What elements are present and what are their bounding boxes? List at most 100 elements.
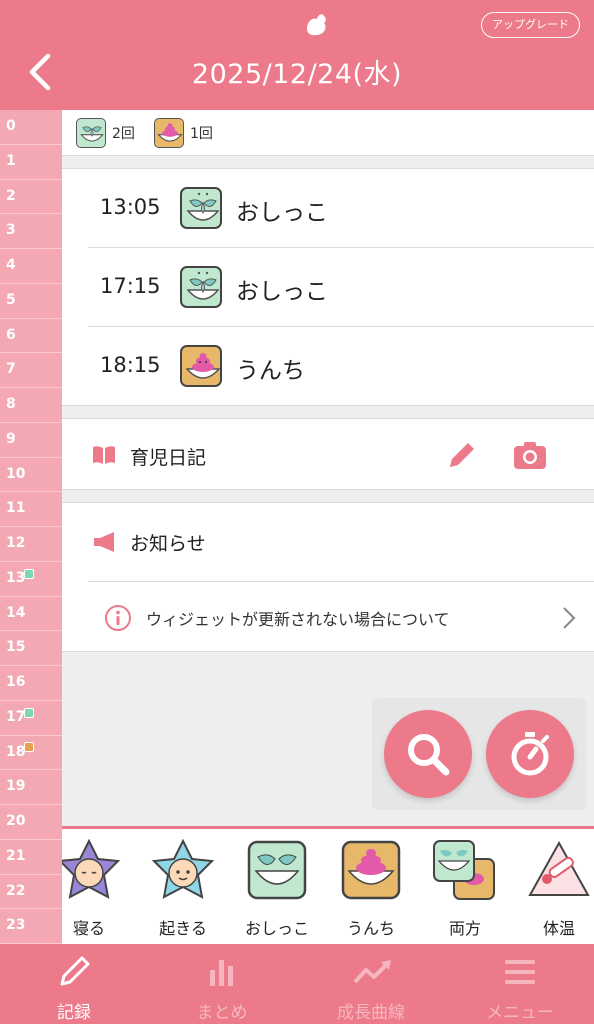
hour-label: 1 — [0, 145, 62, 180]
pee-marker — [24, 569, 34, 579]
hour-label: 13 — [0, 562, 62, 597]
record-row[interactable]: 13:05 おしっこ — [88, 169, 594, 248]
hour-label: 14 — [0, 597, 62, 632]
hour-label: 11 — [0, 492, 62, 527]
hour-label: 17 — [0, 701, 62, 736]
pencil-icon[interactable] — [444, 439, 478, 473]
hour-label: 0 — [0, 110, 62, 145]
quick-temperature-button[interactable]: 体温 — [512, 839, 594, 943]
bar-chart-icon — [210, 960, 233, 986]
stopwatch-icon — [511, 732, 549, 776]
pee-icon — [180, 266, 222, 308]
quick-wake-button[interactable]: 起きる — [136, 839, 230, 943]
hour-label: 23 — [0, 909, 62, 944]
record-time: 18:15 — [100, 353, 161, 377]
record-time: 17:15 — [100, 274, 161, 298]
nav-summary[interactable]: まとめ — [148, 944, 296, 1024]
hour-label: 9 — [0, 423, 62, 458]
pee-count: 2回 — [112, 126, 135, 142]
news-title: お知らせ — [130, 533, 206, 555]
both-icon — [433, 840, 495, 900]
hour-label: 4 — [0, 249, 62, 284]
hour-strip: 0 1 2 3 4 5 6 7 8 9 10 11 12 13 14 15 16… — [0, 110, 62, 944]
menu-icon — [505, 960, 535, 984]
page-title: 2025/12/24(水) — [191, 59, 403, 90]
poo-marker — [24, 742, 34, 752]
quick-poo-button[interactable]: うんち — [324, 839, 418, 943]
quick-label: うんち — [346, 919, 395, 938]
nav-menu[interactable]: メニュー — [446, 944, 594, 1024]
hour-label: 6 — [0, 319, 62, 354]
quick-record-bar: 寝る 起きる おしっこ うんち 両方 体温 — [62, 826, 594, 944]
record-list: 13:05 おしっこ 17:15 おしっこ 18:15 うんち — [62, 168, 594, 406]
record-label: おしっこ — [236, 279, 328, 305]
hour-label: 3 — [0, 214, 62, 249]
record-label: おしっこ — [236, 200, 328, 226]
search-button[interactable] — [384, 710, 472, 798]
timer-button[interactable] — [486, 710, 574, 798]
diary-section[interactable]: 育児日記 — [62, 418, 594, 490]
poo-summary: 1回 — [154, 118, 213, 148]
sleep-icon — [62, 839, 121, 899]
hour-label: 8 — [0, 388, 62, 423]
hour-label: 5 — [0, 284, 62, 319]
pee-marker — [24, 708, 34, 718]
hour-label: 18 — [0, 736, 62, 771]
pee-icon — [76, 118, 106, 148]
quick-label: おしっこ — [244, 919, 309, 938]
quick-pee-button[interactable]: おしっこ — [230, 839, 324, 943]
hour-label: 7 — [0, 353, 62, 388]
hour-label: 15 — [0, 631, 62, 666]
news-item-text: ウィジェットが更新されない場合について — [146, 610, 450, 629]
search-icon — [408, 734, 450, 776]
nav-label: 成長曲線 — [337, 1003, 405, 1023]
bottom-navigation: 記録 まとめ 成長曲線 メニュー — [0, 944, 594, 1024]
hour-label: 22 — [0, 875, 62, 910]
poo-icon — [154, 118, 184, 148]
quick-label: 寝る — [72, 919, 105, 938]
news-item[interactable]: ウィジェットが更新されない場合について — [88, 582, 594, 652]
poo-count: 1回 — [190, 126, 213, 142]
app-logo-icon — [307, 14, 326, 36]
trend-up-icon — [353, 960, 391, 984]
nav-label: メニュー — [486, 1003, 554, 1023]
app-header: 2025/12/24(水) アップグレード — [0, 0, 594, 110]
nav-record[interactable]: 記録 — [0, 944, 148, 1024]
upgrade-button[interactable]: アップグレード — [481, 12, 580, 38]
nav-label: まとめ — [196, 1003, 248, 1023]
diary-label: 育児日記 — [130, 447, 207, 469]
nav-label: 記録 — [57, 1003, 91, 1023]
pee-summary: 2回 — [76, 118, 135, 148]
daily-summary: 2回 1回 — [62, 110, 594, 156]
book-icon — [93, 446, 115, 464]
info-icon — [105, 605, 131, 631]
main-content: 2回 1回 13:05 おしっこ 17:15 おしっこ 18:15 うんち 育児… — [62, 110, 594, 828]
hour-label: 21 — [0, 840, 62, 875]
news-section: お知らせ ウィジェットが更新されない場合について — [62, 502, 594, 652]
record-row[interactable]: 18:15 うんち — [88, 327, 594, 406]
hour-label: 12 — [0, 527, 62, 562]
quick-label: 起きる — [159, 919, 207, 938]
hour-label: 19 — [0, 770, 62, 805]
nav-growth[interactable]: 成長曲線 — [297, 944, 445, 1024]
wake-icon — [151, 839, 215, 899]
hour-label: 20 — [0, 805, 62, 840]
pee-icon — [247, 840, 307, 900]
poo-icon — [180, 345, 222, 387]
quick-both-button[interactable]: 両方 — [418, 839, 512, 943]
hour-label: 16 — [0, 666, 62, 701]
record-label: うんち — [236, 358, 305, 384]
quick-label: 体温 — [542, 919, 575, 938]
pencil-icon — [60, 956, 90, 986]
megaphone-icon — [94, 532, 114, 552]
hour-label: 2 — [0, 180, 62, 215]
quick-label: 両方 — [448, 919, 481, 938]
record-row[interactable]: 17:15 おしっこ — [88, 248, 594, 327]
quick-sleep-button[interactable]: 寝る — [62, 839, 136, 943]
record-time: 13:05 — [100, 195, 161, 219]
poo-icon — [341, 840, 401, 900]
camera-icon[interactable] — [512, 439, 548, 471]
pee-icon — [180, 187, 222, 229]
fab-area — [372, 698, 586, 810]
chevron-right-icon — [563, 607, 576, 629]
